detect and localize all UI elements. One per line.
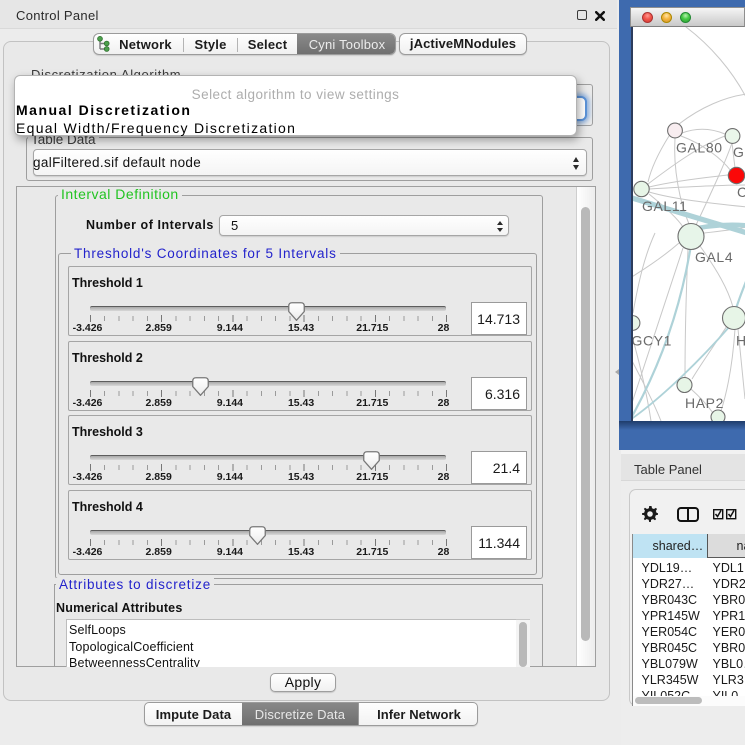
svg-text:GCY1: GCY1 — [633, 333, 672, 349]
svg-text:GAL80: GAL80 — [676, 140, 723, 156]
svg-text:GAL4: GAL4 — [695, 249, 733, 265]
svg-text:GAL11: GAL11 — [642, 198, 688, 214]
svg-text:C: C — [737, 184, 745, 200]
svg-text:H: H — [736, 333, 745, 349]
svg-text:HAP2: HAP2 — [685, 395, 724, 411]
svg-text:G.: G. — [733, 144, 745, 160]
